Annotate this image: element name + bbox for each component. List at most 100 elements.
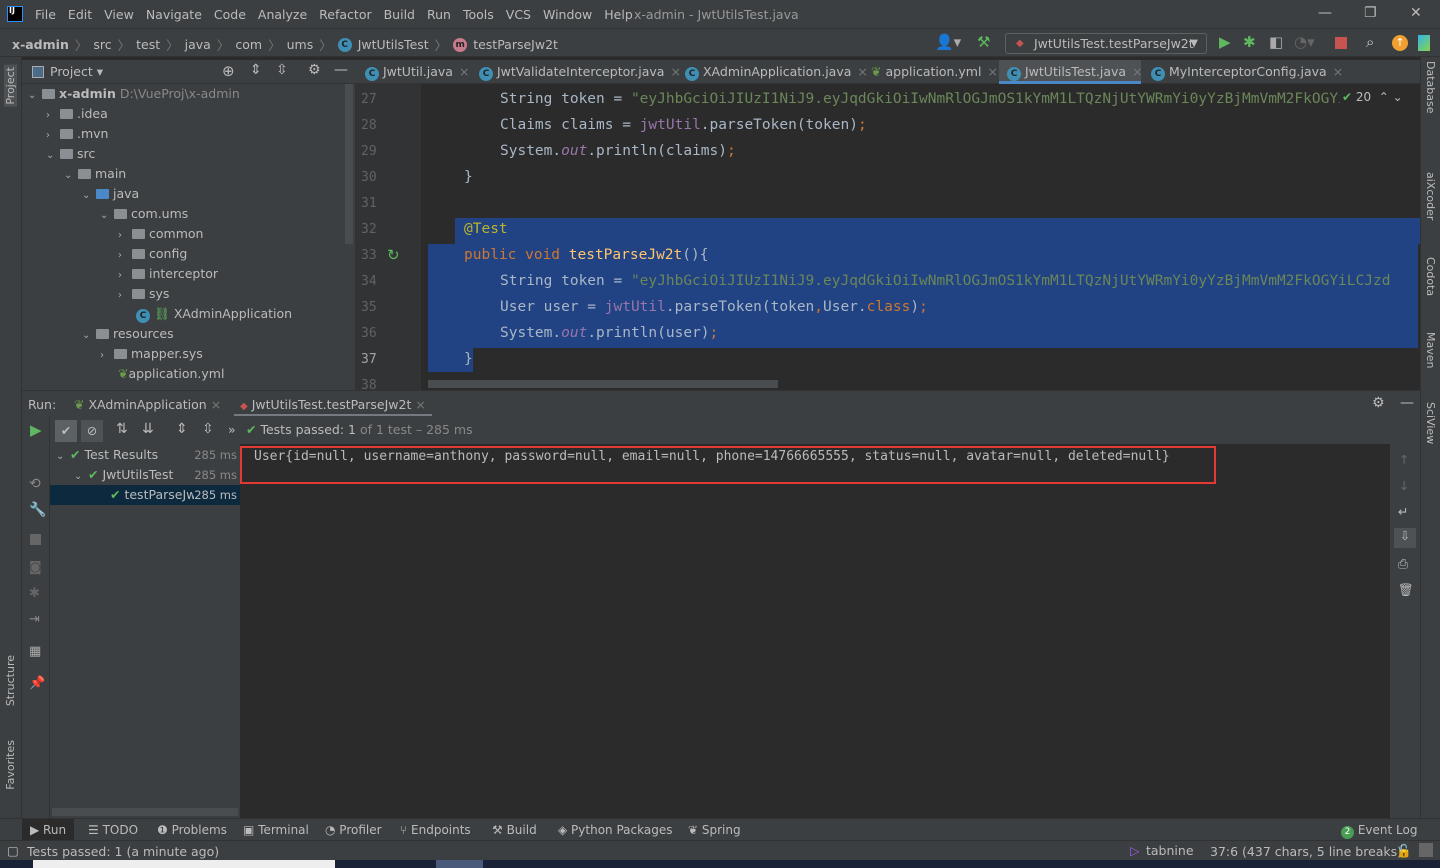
close-window-button[interactable]: ✕	[1410, 5, 1422, 21]
menu-analyze[interactable]: Analyze	[258, 7, 307, 22]
tab-myinterceptorconfig[interactable]: C MyInterceptorConfig.java ×	[1143, 60, 1343, 84]
tree-scrollbar[interactable]	[345, 84, 353, 244]
exit-icon[interactable]: ⇥	[29, 612, 40, 627]
tree-item-sys[interactable]: › sys	[118, 284, 169, 304]
tab-jwtutil[interactable]: C JwtUtil.java ×	[357, 60, 469, 84]
tree-item-java[interactable]: ⌄ java	[82, 184, 139, 204]
expand-all-icon[interactable]: ⇕	[250, 62, 262, 78]
tree-item-common[interactable]: › common	[118, 224, 203, 244]
code-editor[interactable]: 27 28 29 30 31 32 33 34 35 36 37 38 ↻ St…	[355, 84, 1420, 390]
more-icon[interactable]: »	[228, 422, 236, 437]
debug-icon[interactable]: ✱	[29, 586, 40, 601]
horizontal-scrollbar[interactable]	[428, 380, 778, 388]
tree-item-interceptor[interactable]: › interceptor	[118, 264, 218, 284]
aixcoder-tool-button[interactable]: aiXcoder	[1424, 172, 1437, 220]
soft-wrap-icon[interactable]: ↵	[1398, 504, 1408, 519]
close-tab-icon[interactable]: ×	[459, 64, 469, 79]
debug-icon[interactable]: ✱	[1243, 33, 1256, 51]
tree-item-src[interactable]: ⌄ src	[46, 144, 95, 164]
hide-icon[interactable]: —	[334, 62, 348, 78]
tool-tab-run[interactable]: ▶ Run	[22, 819, 75, 840]
gear-icon[interactable]: ⚙	[1372, 395, 1385, 411]
menu-window[interactable]: Window	[543, 7, 592, 22]
menu-refactor[interactable]: Refactor	[319, 7, 371, 22]
terminal-icon[interactable]	[1419, 843, 1433, 857]
lock-icon[interactable]: 🔓	[1396, 843, 1412, 859]
camera-icon[interactable]: ◙	[29, 560, 42, 575]
database-tool-button[interactable]: Database	[1424, 61, 1437, 114]
menu-code[interactable]: Code	[214, 7, 246, 22]
up-icon[interactable]: ↑	[1399, 452, 1409, 467]
sort-alpha-icon[interactable]: ⇅	[116, 421, 128, 437]
tree-item-config[interactable]: › config	[118, 244, 187, 264]
restore-button[interactable]: ❐	[1364, 5, 1377, 21]
update-icon[interactable]: ↑	[1392, 35, 1408, 51]
expand-all-icon[interactable]: ⇕	[176, 421, 188, 437]
menu-build[interactable]: Build	[384, 7, 415, 22]
stop-icon[interactable]	[30, 534, 41, 545]
tab-jwtutilstest[interactable]: C JwtUtilsTest.java ×	[999, 60, 1143, 84]
collapse-all-icon[interactable]: ⇳	[202, 421, 214, 437]
test-node-class[interactable]: ⌄ ✔ JwtUtilsTest 285 ms	[74, 465, 240, 485]
test-node-results[interactable]: ⌄ ✔ Test Results 285 ms	[56, 445, 240, 465]
close-tab-icon[interactable]: ×	[1333, 64, 1343, 79]
menu-help[interactable]: Help	[604, 7, 633, 22]
print-icon[interactable]: ⎙	[1398, 556, 1408, 572]
maven-tool-button[interactable]: Maven	[1424, 332, 1437, 368]
tool-tab-python-packages[interactable]: ◈ Python Packages	[558, 823, 672, 837]
locate-icon[interactable]: ⊕	[222, 62, 235, 80]
gear-icon[interactable]: ⚙	[308, 62, 321, 78]
run-icon[interactable]: ▶	[1219, 33, 1231, 51]
menu-navigate[interactable]: Navigate	[146, 7, 202, 22]
codota-tool-button[interactable]: Codota	[1424, 257, 1437, 296]
tool-tab-spring[interactable]: ❦ Spring	[688, 823, 741, 837]
tab-xadminapplication[interactable]: C XAdminApplication.java ×	[677, 60, 868, 84]
run-tab-xadminapplication[interactable]: ❦ XAdminApplication ×	[74, 397, 221, 412]
crumb-ums[interactable]: ums	[287, 37, 314, 52]
tab-jwtvalidateinterceptor[interactable]: C JwtValidateInterceptor.java ×	[471, 60, 681, 84]
profile-icon[interactable]: ◔▾	[1294, 33, 1315, 51]
tree-item-resources[interactable]: ⌄ resources	[82, 324, 174, 344]
status-panel-icon[interactable]: ▢	[7, 843, 19, 858]
structure-tool-button[interactable]: Structure	[4, 655, 17, 706]
menu-edit[interactable]: Edit	[68, 7, 92, 22]
wrench-icon[interactable]: 🔧	[29, 502, 46, 518]
close-tab-icon[interactable]: ×	[987, 64, 997, 79]
trash-icon[interactable]: 🗑	[1398, 582, 1414, 598]
coverage-icon[interactable]: ◧	[1269, 33, 1283, 51]
sciview-tool-button[interactable]: SciView	[1424, 402, 1437, 444]
console-output[interactable]: User{id=null, username=anthony, password…	[240, 444, 1390, 818]
crumb-com[interactable]: com	[235, 37, 262, 52]
crumb-java[interactable]: java	[185, 37, 211, 52]
hide-icon[interactable]: —	[1400, 395, 1414, 411]
crumb-test[interactable]: test	[136, 37, 160, 52]
crumb-project[interactable]: x-admin	[12, 37, 69, 52]
tree-item-xadminapplication[interactable]: C ⛓ XAdminApplication	[136, 304, 292, 324]
collapse-all-icon[interactable]: ⇳	[276, 62, 288, 78]
tabnine-status[interactable]: tabnine	[1146, 843, 1194, 858]
tree-item-mvn[interactable]: › .mvn	[46, 124, 108, 144]
tree-scrollbar[interactable]	[52, 808, 238, 816]
tree-item-root[interactable]: ⌄ x-admin D:\VueProj\x-admin	[28, 84, 240, 104]
tool-tab-todo[interactable]: ☰ TODO	[88, 823, 138, 837]
scroll-to-end-icon[interactable]: ⇩	[1394, 528, 1416, 548]
tree-item-idea[interactable]: › .idea	[46, 104, 108, 124]
tree-item-main[interactable]: ⌄ main	[64, 164, 126, 184]
crumb-method[interactable]: testParseJw2t	[473, 37, 558, 52]
event-log-button[interactable]: 2 Event Log	[1341, 823, 1417, 839]
tool-tab-endpoints[interactable]: ⑂ Endpoints	[400, 823, 471, 837]
down-icon[interactable]: ↓	[1399, 478, 1409, 493]
build-hammer-icon[interactable]: ⚒	[977, 33, 990, 51]
tree-item-com-ums[interactable]: ⌄ com.ums	[100, 204, 188, 224]
rerun-icon[interactable]: ▶	[30, 421, 42, 439]
caret-position[interactable]: 37:6 (437 chars, 5 line breaks)	[1210, 844, 1402, 859]
tab-application-yml[interactable]: ❦ application.yml ×	[863, 60, 998, 84]
jetbrains-toolbox-icon[interactable]	[1418, 35, 1430, 51]
show-ignored-toggle[interactable]: ⊘	[81, 420, 103, 442]
project-view-select[interactable]: Project ▾	[50, 64, 103, 79]
run-tab-jwtutilstest[interactable]: ◆ JwtUtilsTest.testParseJw2t ×	[234, 391, 432, 417]
run-configuration-select[interactable]: ◆ JwtUtilsTest.testParseJw2t ▼	[1005, 33, 1207, 54]
menu-tools[interactable]: Tools	[463, 7, 494, 22]
tool-tab-profiler[interactable]: ◔ Profiler	[325, 823, 382, 837]
menu-vcs[interactable]: VCS	[506, 7, 531, 22]
